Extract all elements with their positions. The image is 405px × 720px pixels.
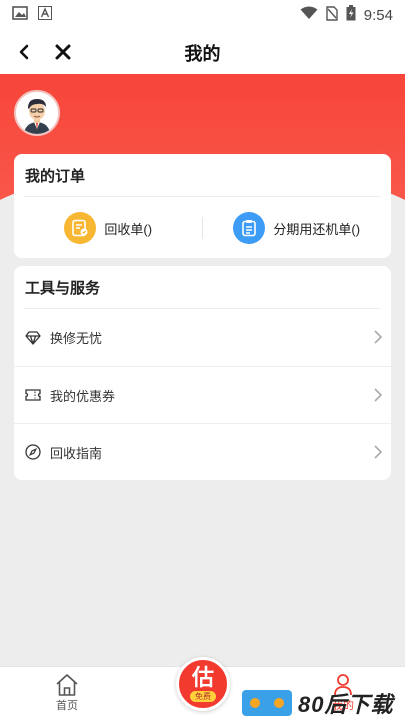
close-button[interactable] (50, 39, 76, 65)
free-badge: 免费 (190, 690, 216, 702)
recycle-order-label: 回收单() (104, 221, 153, 237)
chevron-right-icon (374, 330, 383, 344)
image-icon (12, 5, 28, 25)
service-item-guide[interactable]: 回收指南 (14, 423, 391, 480)
orders-card: 我的订单 回收单() 分期用还机单() (14, 154, 391, 258)
ticket-icon (25, 387, 41, 403)
no-sim-icon (326, 5, 338, 25)
avatar-man-icon (16, 92, 58, 134)
home-icon (56, 674, 78, 696)
clock-time: 9:54 (363, 6, 393, 24)
estimate-button[interactable]: 估 免费 (176, 657, 230, 711)
back-button[interactable] (12, 38, 36, 66)
close-icon (55, 44, 71, 60)
service-item-coupons[interactable]: 我的优惠券 (14, 366, 391, 423)
installment-order-button[interactable]: 分期用还机单() (203, 197, 392, 259)
service-label: 我的优惠券 (50, 388, 116, 404)
clipboard-icon (233, 212, 266, 244)
battery-icon (346, 5, 356, 25)
watermark: 80后下载 (242, 686, 405, 720)
service-item-repair[interactable]: 换修无忧 (14, 309, 391, 366)
text-a-icon (38, 5, 52, 25)
orders-row: 回收单() 分期用还机单() (14, 197, 391, 259)
compass-icon (25, 444, 41, 460)
services-title: 工具与服务 (25, 279, 101, 297)
recycle-order-button[interactable]: 回收单() (14, 197, 203, 259)
service-label: 换修无忧 (50, 331, 103, 346)
chevron-right-icon (374, 445, 383, 459)
installment-order-label: 分期用还机单() (273, 221, 361, 237)
orders-title: 我的订单 (25, 167, 86, 185)
nav-bar: 我的 (0, 30, 405, 74)
chevron-left-icon (19, 44, 29, 60)
chevron-right-icon (374, 388, 383, 402)
status-bar: 9:54 (0, 0, 405, 30)
watermark-text: 80后下载 (298, 692, 394, 717)
services-card: 工具与服务 换修无忧 我的优惠券 回收指南 (14, 266, 391, 480)
diamond-icon (25, 330, 41, 346)
wifi-icon (300, 6, 318, 24)
recycle-order-icon (64, 212, 97, 244)
watermark-logo-icon (242, 690, 292, 716)
avatar[interactable] (14, 90, 60, 136)
tab-home[interactable]: 首页 (42, 673, 92, 713)
service-label: 回收指南 (50, 445, 103, 461)
tab-home-label: 首页 (56, 700, 78, 712)
estimate-glyph: 估 (191, 664, 214, 690)
orders-separator (202, 217, 203, 239)
